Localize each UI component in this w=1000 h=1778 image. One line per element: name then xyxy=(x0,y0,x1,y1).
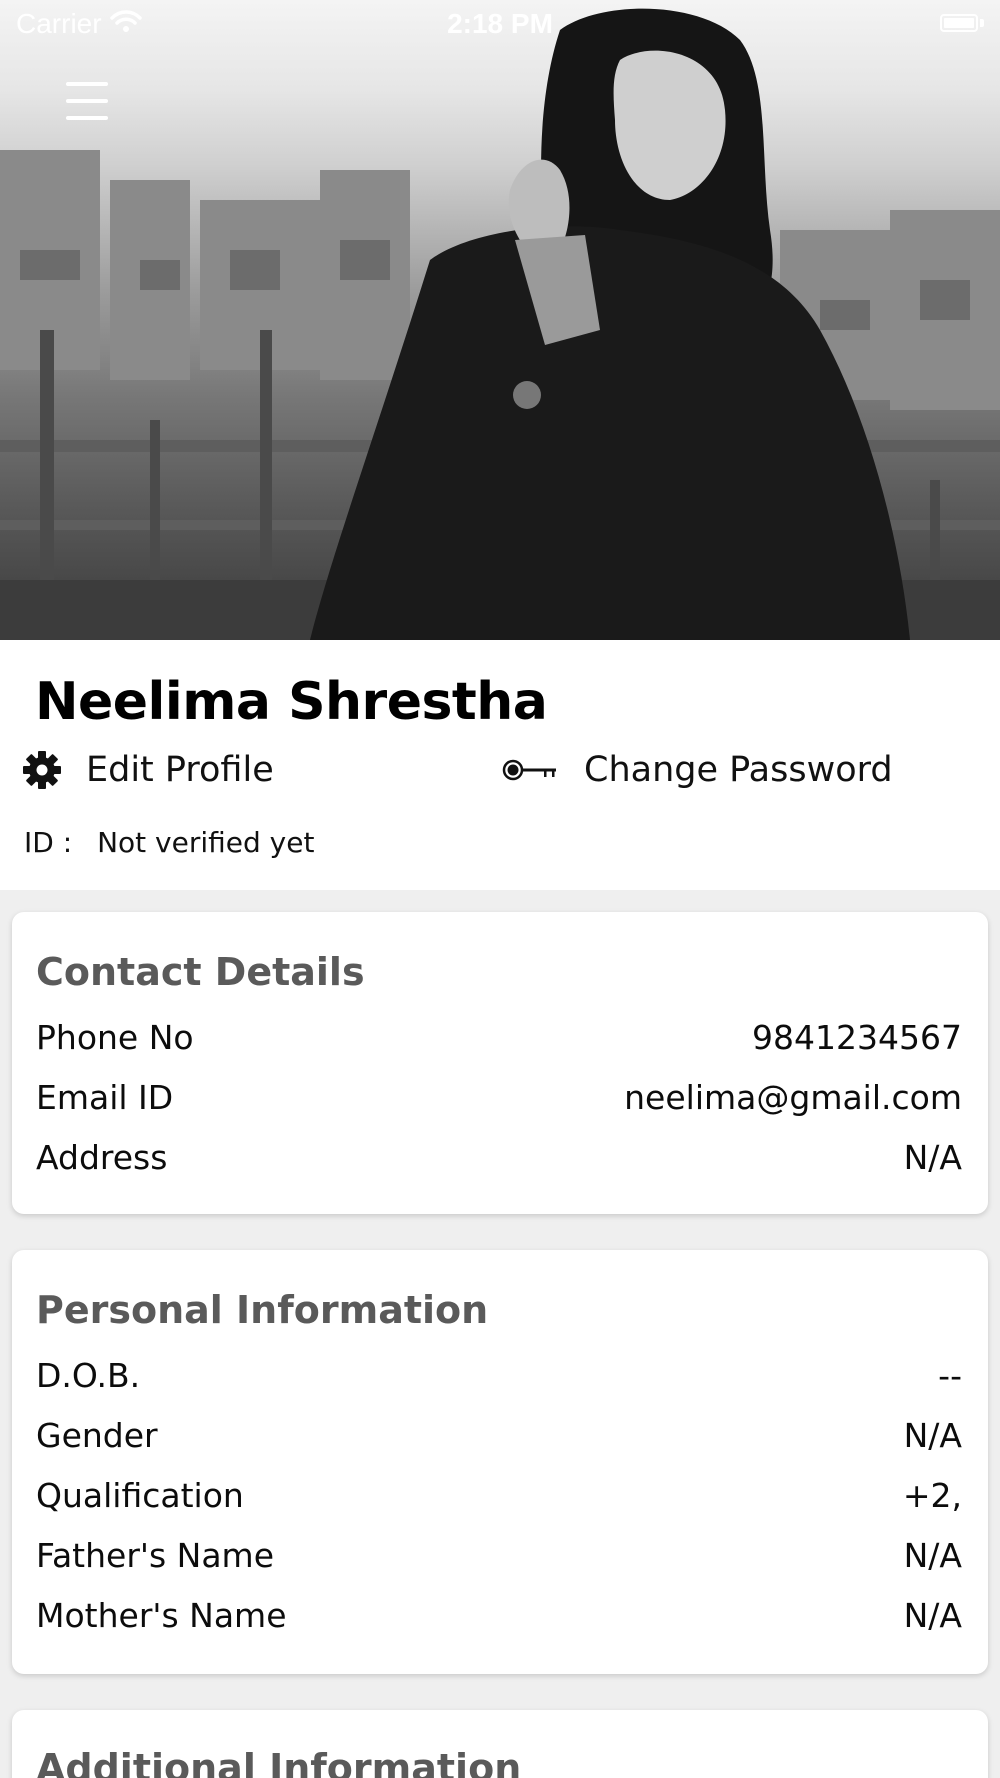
contact-details-card: Contact Details Phone No 9841234567 Emai… xyxy=(12,912,988,1214)
row-label: Mother's Name xyxy=(36,1596,287,1635)
row-label: Qualification xyxy=(36,1476,244,1515)
contact-row-email: Email ID neelima@gmail.com xyxy=(36,1078,962,1117)
row-value: N/A xyxy=(903,1596,962,1635)
cover-photo-illustration xyxy=(0,8,1000,640)
id-label: ID : xyxy=(24,826,73,859)
hamburger-menu-icon[interactable] xyxy=(62,78,112,124)
row-value: -- xyxy=(938,1356,962,1395)
edit-profile-label: Edit Profile xyxy=(86,750,274,790)
row-label: Father's Name xyxy=(36,1536,275,1575)
profile-name: Neelima Shrestha xyxy=(35,672,548,732)
personal-row-gender: Gender N/A xyxy=(36,1416,962,1455)
profile-header: Neelima Shrestha Edit Profile Change Pas… xyxy=(0,640,1000,890)
status-bar: Carrier 2:18 PM xyxy=(0,0,1000,50)
row-label: D.O.B. xyxy=(36,1356,141,1395)
personal-row-dob: D.O.B. -- xyxy=(36,1356,962,1395)
personal-row-mothers-name: Mother's Name N/A xyxy=(36,1596,962,1635)
clock: 2:18 PM xyxy=(447,8,553,39)
row-label: Email ID xyxy=(36,1078,174,1117)
contact-details-title: Contact Details xyxy=(36,950,365,994)
id-status: ID : Not verified yet xyxy=(24,826,314,859)
id-value: Not verified yet xyxy=(97,826,315,859)
key-icon xyxy=(502,755,558,785)
personal-row-qualification: Qualification +2, xyxy=(36,1476,962,1515)
row-label: Gender xyxy=(36,1416,158,1455)
row-value: +2, xyxy=(902,1476,962,1515)
additional-information-title: Additional Information xyxy=(36,1746,522,1778)
edit-profile-button[interactable]: Edit Profile xyxy=(22,750,274,790)
personal-information-card: Personal Information D.O.B. -- Gender N/… xyxy=(12,1250,988,1674)
menu-line xyxy=(66,82,108,86)
menu-line xyxy=(66,116,108,120)
battery-nub xyxy=(980,19,984,27)
row-value: N/A xyxy=(903,1416,962,1455)
row-value: neelima@gmail.com xyxy=(624,1078,962,1117)
battery-icon xyxy=(940,14,978,32)
row-label: Address xyxy=(36,1138,168,1177)
menu-line xyxy=(66,99,108,103)
personal-row-fathers-name: Father's Name N/A xyxy=(36,1536,962,1575)
row-label: Phone No xyxy=(36,1018,194,1057)
contact-row-phone: Phone No 9841234567 xyxy=(36,1018,962,1057)
cover-photo xyxy=(0,0,1000,640)
row-value: 9841234567 xyxy=(752,1018,962,1057)
row-value: N/A xyxy=(903,1138,962,1177)
personal-information-title: Personal Information xyxy=(36,1288,489,1332)
additional-information-card: Additional Information xyxy=(12,1710,988,1778)
change-password-label: Change Password xyxy=(584,750,893,790)
row-value: N/A xyxy=(903,1536,962,1575)
contact-row-address: Address N/A xyxy=(36,1138,962,1177)
gear-icon xyxy=(22,750,62,790)
change-password-button[interactable]: Change Password xyxy=(502,750,893,790)
